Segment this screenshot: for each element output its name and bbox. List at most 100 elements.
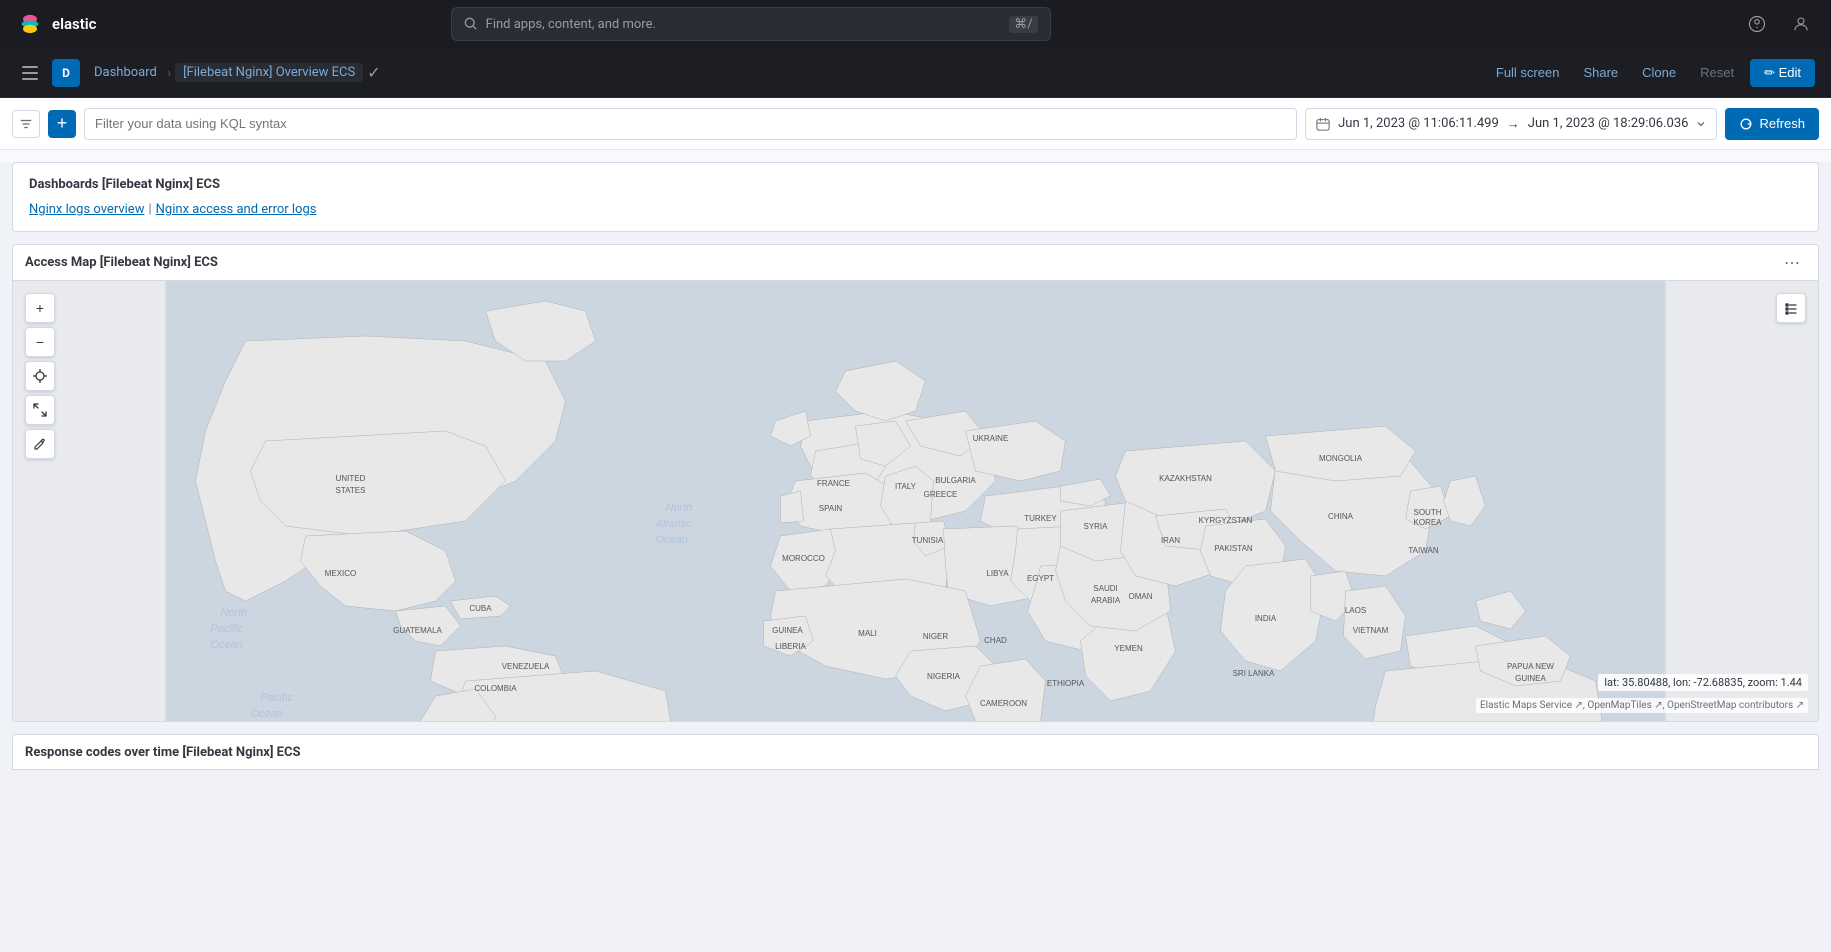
map-coordinates: lat: 35.80488, lon: -72.68835, zoom: 1.4…	[1598, 674, 1808, 691]
hamburger-menu[interactable]	[16, 59, 44, 87]
chevron-down-icon	[1696, 119, 1706, 129]
label-kazakhstan: KAZAKHSTAN	[1159, 474, 1212, 483]
label-colombia: COLOMBIA	[474, 684, 517, 693]
clone-button[interactable]: Clone	[1634, 61, 1684, 84]
refresh-button[interactable]: Refresh	[1725, 108, 1819, 140]
label-srilanka: SRI LANKA	[1233, 669, 1275, 678]
label-mexico: MEXICO	[325, 569, 357, 578]
nav-icons	[1743, 10, 1815, 38]
label-india: INDIA	[1255, 614, 1277, 623]
map-panel: Access Map [Filebeat Nginx] ECS ⋯ + −	[12, 244, 1819, 722]
label-spain: SPAIN	[819, 504, 843, 513]
full-screen-button[interactable]: Full screen	[1488, 61, 1568, 84]
edit-button[interactable]: ✏ Edit	[1750, 59, 1815, 87]
help-icon[interactable]	[1743, 10, 1771, 38]
label-usa: UNITED	[336, 474, 366, 483]
map-panel-header: Access Map [Filebeat Nginx] ECS ⋯	[13, 245, 1818, 281]
map-attribution: Elastic Maps Service ↗, OpenMapTiles ↗, …	[1476, 698, 1808, 713]
breadcrumb-chevron: ›	[167, 65, 171, 81]
label-usa2: STATES	[336, 486, 366, 495]
label-south-korea: SOUTH	[1414, 508, 1442, 517]
label-italy: ITALY	[895, 482, 917, 491]
nginx-access-error-logs-link[interactable]: Nginx access and error logs	[156, 202, 317, 217]
label-france: FRANCE	[817, 479, 850, 488]
label-png2: GUINEA	[1515, 674, 1546, 683]
filter-bar: + Jun 1, 2023 @ 11:06:11.499 → Jun 1, 20…	[0, 98, 1831, 150]
calendar-icon	[1316, 117, 1330, 131]
hamburger-line-1	[22, 66, 38, 68]
filter-options-button[interactable]	[12, 110, 40, 138]
dashboards-section: Dashboards [Filebeat Nginx] ECS Nginx lo…	[12, 162, 1819, 232]
label-south-korea2: KOREA	[1413, 518, 1442, 527]
elastic-logo-text: elastic	[52, 15, 97, 33]
label-ukraine: UKRAINE	[973, 434, 1009, 443]
breadcrumb-current-page: [Filebeat Nginx] Overview ECS	[175, 63, 363, 82]
north-atlantic-label3: Ocean	[656, 534, 688, 546]
zoom-in-button[interactable]: +	[25, 293, 55, 323]
label-niger: NIGER	[923, 632, 949, 641]
label-saudi: SAUDI	[1093, 584, 1117, 593]
label-cameroon: CAMEROON	[980, 699, 1027, 708]
label-png: PAPUA NEW	[1507, 662, 1554, 671]
map-legend-button[interactable]	[1776, 293, 1806, 323]
breadcrumb-check-icon[interactable]: ✓	[367, 63, 380, 82]
top-navigation: elastic Find apps, content, and more. ⌘/	[0, 0, 1831, 48]
north-atlantic-label2: Atlantic	[655, 518, 693, 530]
nginx-logs-overview-link[interactable]: Nginx logs overview	[29, 202, 144, 217]
label-egypt: EGYPT	[1027, 574, 1054, 583]
north-pacific-label2: Pacific	[211, 623, 244, 635]
label-guatemala: GUATEMALA	[393, 626, 442, 635]
hamburger-line-3	[22, 78, 38, 80]
response-codes-panel: Response codes over time [Filebeat Nginx…	[12, 734, 1819, 770]
link-separator: |	[148, 202, 151, 217]
search-shortcut: ⌘/	[1009, 16, 1037, 33]
label-yemen: YEMEN	[1114, 644, 1143, 653]
expand-icon	[33, 403, 47, 417]
draw-tool-button[interactable]	[25, 429, 55, 459]
label-iran: IRAN	[1161, 536, 1180, 545]
search-icon	[464, 17, 478, 31]
draw-icon	[33, 437, 47, 451]
label-oman: OMAN	[1129, 592, 1153, 601]
label-vietnam: VIETNAM	[1353, 626, 1389, 635]
label-ethiopia: ETHIOPIA	[1047, 679, 1085, 688]
main-content: Dashboards [Filebeat Nginx] ECS Nginx lo…	[0, 162, 1831, 952]
expand-button[interactable]	[25, 395, 55, 425]
date-to: Jun 1, 2023 @ 18:29:06.036	[1528, 116, 1689, 131]
map-controls: + −	[25, 293, 55, 459]
map-container[interactable]: + −	[13, 281, 1818, 721]
date-arrow: →	[1507, 116, 1520, 132]
crosshair-button[interactable]	[25, 361, 55, 391]
map-panel-menu-button[interactable]: ⋯	[1778, 251, 1806, 275]
refresh-icon	[1739, 117, 1753, 131]
north-pacific-label: North	[221, 607, 248, 619]
elastic-logo[interactable]: elastic	[16, 10, 97, 38]
avatar-button[interactable]: D	[52, 59, 80, 87]
breadcrumb-dashboard-link[interactable]: Dashboard	[88, 63, 163, 82]
elastic-logo-icon	[16, 10, 44, 38]
response-codes-title: Response codes over time [Filebeat Nginx…	[25, 745, 301, 760]
label-taiwan: TAIWAN	[1408, 546, 1438, 555]
user-icon[interactable]	[1787, 10, 1815, 38]
search-placeholder: Find apps, content, and more.	[486, 17, 656, 32]
kql-search-input[interactable]	[84, 108, 1297, 140]
north-atlantic-label: North	[666, 502, 693, 514]
breadcrumb-items: Dashboard › [Filebeat Nginx] Overview EC…	[88, 63, 381, 82]
label-mali: MALI	[858, 629, 877, 638]
label-venezuela: VENEZUELA	[502, 662, 550, 671]
reset-button[interactable]: Reset	[1692, 61, 1742, 84]
label-pakistan: PAKISTAN	[1214, 544, 1253, 553]
date-from: Jun 1, 2023 @ 11:06:11.499	[1338, 116, 1499, 131]
date-picker[interactable]: Jun 1, 2023 @ 11:06:11.499 → Jun 1, 2023…	[1305, 108, 1717, 140]
label-laos: LAOS	[1345, 606, 1366, 615]
share-button[interactable]: Share	[1575, 61, 1626, 84]
refresh-label: Refresh	[1759, 116, 1805, 131]
label-turkey: TURKEY	[1024, 514, 1057, 523]
label-morocco: MOROCCO	[782, 554, 825, 563]
zoom-out-button[interactable]: −	[25, 327, 55, 357]
filter-icon	[19, 117, 33, 131]
add-filter-button[interactable]: +	[48, 110, 76, 138]
label-guinea: GUINEA	[772, 626, 803, 635]
global-search-bar[interactable]: Find apps, content, and more. ⌘/	[451, 7, 1051, 41]
label-bulgaria: BULGARIA	[935, 476, 976, 485]
